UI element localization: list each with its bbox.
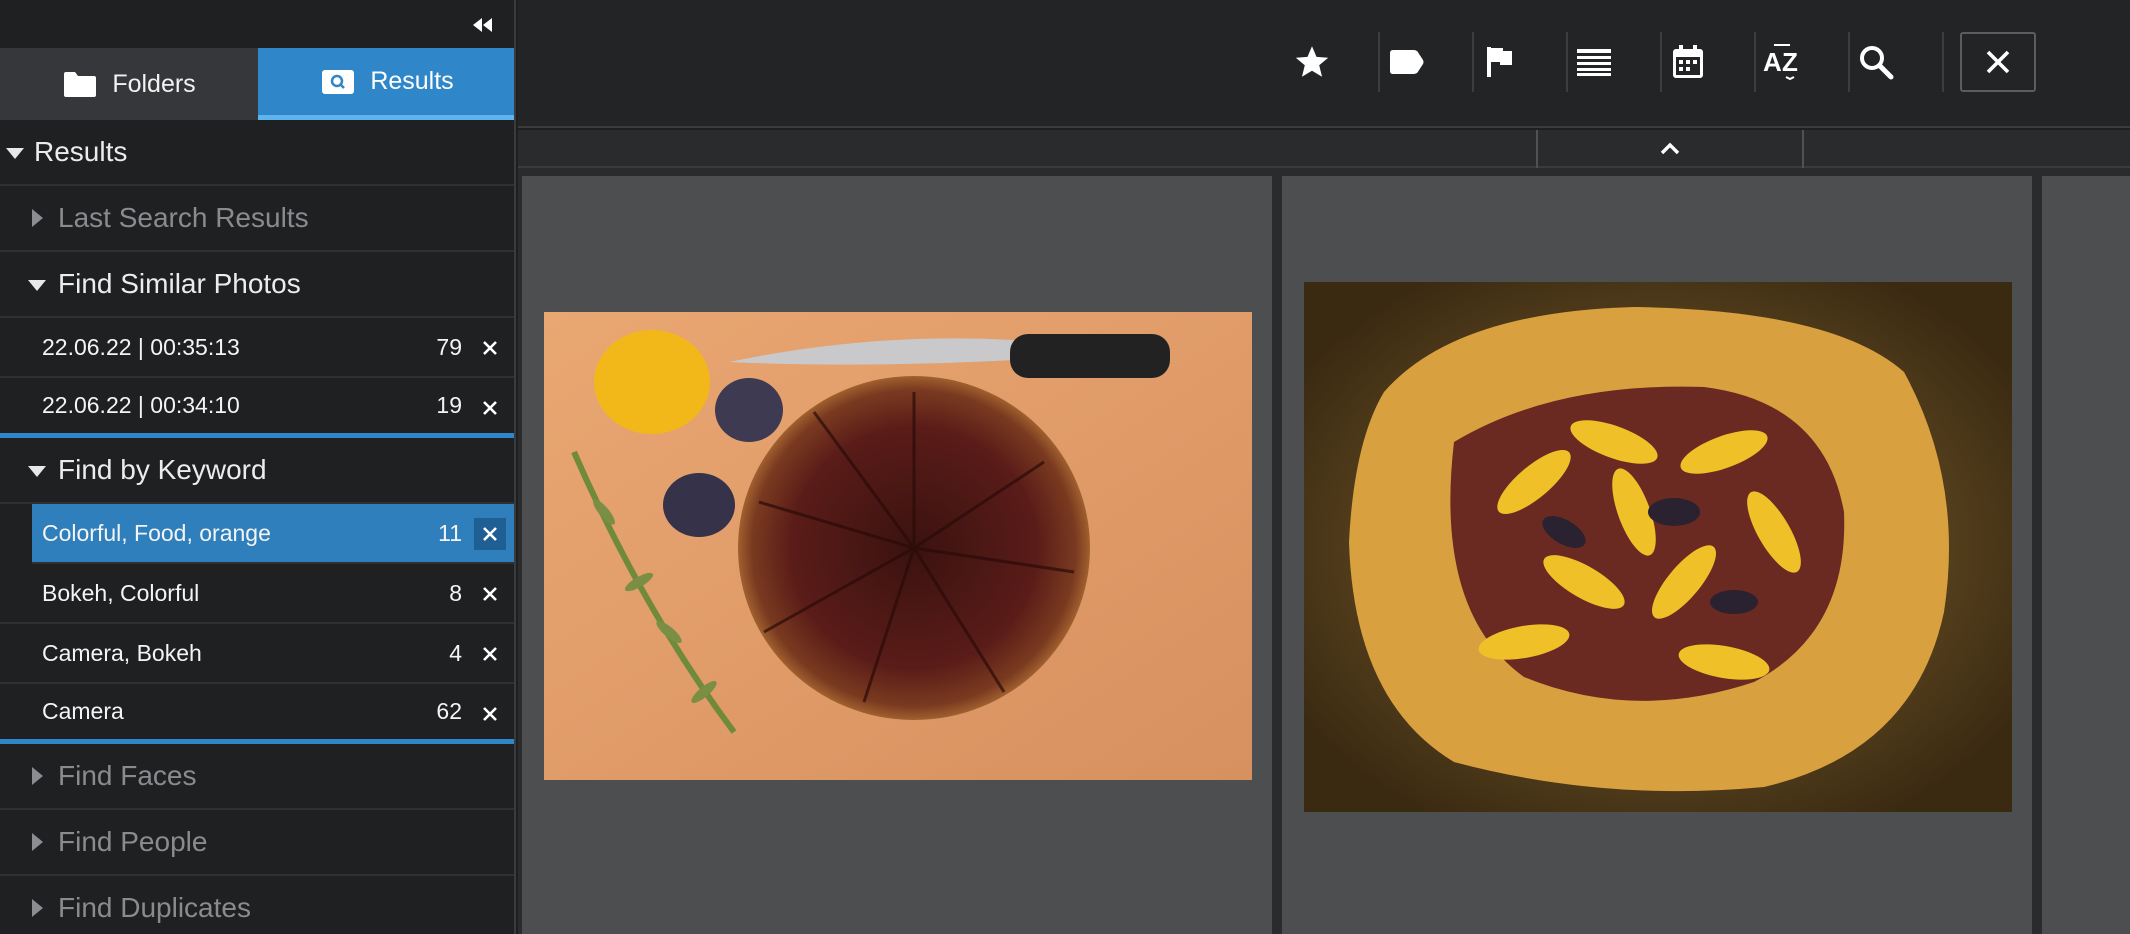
search-entry-label: 22.06.22 | 00:35:13 — [42, 333, 240, 360]
tab-results[interactable]: Results — [258, 48, 514, 120]
results-tree: Results Last Search Results Find Similar… — [0, 120, 514, 934]
svg-text:A: A — [1763, 47, 1782, 77]
result-count: 4 — [449, 639, 462, 666]
remove-search-button[interactable] — [474, 578, 506, 610]
flag-icon — [1487, 47, 1512, 77]
search-entry-label: Bokeh, Colorful — [42, 579, 200, 606]
close-icon — [483, 527, 497, 541]
search-results-icon — [320, 67, 356, 97]
tree-node-label: Find Faces — [58, 760, 197, 791]
list-view-icon — [1577, 49, 1611, 76]
double-chevron-left-icon — [473, 18, 492, 32]
tree-node-label: Find People — [58, 826, 208, 857]
star-icon — [1295, 46, 1329, 77]
close-icon — [483, 587, 497, 601]
collapsed-triangle-icon — [32, 833, 43, 851]
search-entry-label: 22.06.22 | 00:34:10 — [42, 392, 240, 418]
photo-thumbnail — [1304, 282, 2012, 812]
chevron-up-icon — [1660, 142, 1680, 155]
tree-node-label: Results — [34, 136, 128, 167]
sidebar: Folders Results Results Last Search Resu… — [0, 0, 516, 934]
tree-node-find-duplicates[interactable]: Find Duplicates — [0, 876, 514, 934]
label-filter-button[interactable] — [1374, 30, 1438, 94]
result-count: 19 — [436, 392, 462, 418]
close-icon — [483, 401, 497, 415]
sort-button[interactable]: AZ — [1750, 30, 1814, 94]
expanded-triangle-icon — [28, 280, 46, 291]
photo-cell[interactable] — [2042, 176, 2130, 934]
list-view-button[interactable] — [1562, 30, 1626, 94]
tree-node-last-search[interactable]: Last Search Results — [0, 186, 514, 252]
rating-filter-button[interactable] — [1280, 30, 1344, 94]
photo-thumbnail — [544, 312, 1252, 780]
search-button[interactable] — [1844, 30, 1908, 94]
collapsed-triangle-icon — [32, 899, 43, 917]
search-entry-label: Camera, Bokeh — [42, 639, 202, 666]
collapsed-triangle-icon — [32, 767, 43, 785]
tree-node-find-keyword[interactable]: Find by Keyword — [0, 438, 514, 504]
list-item[interactable]: Camera, Bokeh 4 — [0, 624, 514, 684]
toolbar-separator — [1942, 32, 1944, 92]
panel-divider-strip — [518, 130, 2130, 168]
tree-node-find-similar[interactable]: Find Similar Photos — [0, 252, 514, 318]
expand-panel-toggle[interactable] — [1536, 130, 1804, 168]
app-window: Folders Results Results Last Search Resu… — [0, 0, 2130, 934]
expanded-triangle-icon — [28, 466, 46, 477]
list-item[interactable]: Camera 62 — [0, 684, 514, 744]
top-toolbar: AZ — [518, 0, 2130, 128]
close-icon — [483, 341, 497, 355]
flag-filter-button[interactable] — [1468, 30, 1532, 94]
date-filter-button[interactable] — [1656, 30, 1720, 94]
tree-node-label: Last Search Results — [58, 202, 309, 233]
remove-search-button[interactable] — [474, 698, 506, 730]
calendar-icon — [1673, 45, 1703, 78]
remove-search-button[interactable] — [474, 518, 506, 550]
tab-folders-label: Folders — [112, 69, 196, 98]
expanded-triangle-icon — [6, 148, 24, 159]
folder-icon — [62, 69, 98, 99]
sort-az-icon: AZ — [1763, 44, 1798, 81]
collapsed-triangle-icon — [32, 209, 43, 227]
remove-search-button[interactable] — [474, 638, 506, 670]
remove-search-button[interactable] — [474, 392, 506, 424]
remove-search-button[interactable] — [474, 332, 506, 364]
tab-folders[interactable]: Folders — [0, 48, 258, 120]
collapse-sidebar-button[interactable] — [464, 10, 502, 40]
result-count: 8 — [449, 579, 462, 606]
svg-text:Z: Z — [1782, 47, 1798, 77]
close-button[interactable] — [1960, 32, 2036, 92]
tree-node-label: Find Duplicates — [58, 892, 251, 923]
close-icon — [1986, 50, 2010, 74]
search-icon — [1860, 46, 1894, 80]
list-item[interactable]: 22.06.22 | 00:34:10 19 — [0, 378, 514, 438]
tab-results-label: Results — [370, 67, 454, 95]
tree-node-label: Find Similar Photos — [58, 268, 301, 299]
result-count: 79 — [436, 333, 462, 360]
result-count: 62 — [436, 698, 462, 724]
photo-cell[interactable] — [522, 176, 1272, 934]
close-icon — [483, 707, 497, 721]
search-entry-label: Camera — [42, 698, 124, 724]
list-item[interactable]: 22.06.22 | 00:35:13 79 — [0, 318, 514, 378]
sidebar-tabs: Folders Results — [0, 48, 514, 120]
label-tag-icon — [1390, 50, 1424, 74]
tree-node-label: Find by Keyword — [58, 454, 267, 485]
close-icon — [483, 647, 497, 661]
result-count: 11 — [438, 519, 462, 546]
list-item[interactable]: Bokeh, Colorful 8 — [0, 564, 514, 624]
search-entry-label: Colorful, Food, orange — [42, 519, 271, 546]
tree-node-find-people[interactable]: Find People — [0, 810, 514, 876]
tree-node-results[interactable]: Results — [0, 120, 514, 186]
list-item-selected[interactable]: Colorful, Food, orange 11 — [32, 504, 514, 564]
photo-cell[interactable] — [1282, 176, 2032, 934]
tree-node-find-faces[interactable]: Find Faces — [0, 744, 514, 810]
photo-grid — [518, 168, 2130, 934]
